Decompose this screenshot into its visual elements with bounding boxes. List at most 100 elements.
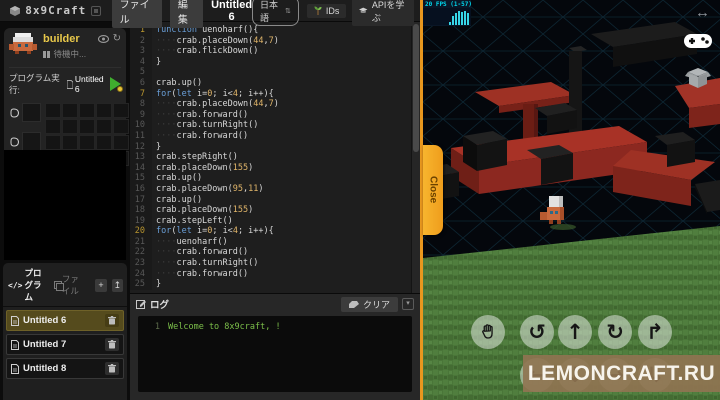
project-list: Untitled 6 Untitled 7 Untitled 8 [3, 307, 127, 382]
code-line[interactable]: 18 crab.placeDown(155) [130, 205, 411, 216]
code-text: crab.up() [156, 194, 203, 205]
code-line[interactable]: 2 ····crab.placeDown(44,7) [130, 35, 411, 47]
ids-button[interactable]: IDs [306, 3, 347, 18]
inventory-slot[interactable] [79, 119, 95, 134]
inventory-slot[interactable] [62, 103, 78, 118]
code-line[interactable]: 21 ····uenoharf() [130, 236, 411, 248]
control-rotate-cw-button[interactable]: ↻ [598, 315, 632, 349]
inventory-slot[interactable] [79, 103, 95, 118]
eye-icon[interactable] [97, 34, 109, 43]
line-number: 13 [130, 152, 152, 163]
code-line[interactable]: 22 ····crab.forward() [130, 247, 411, 259]
control-turn-up-button[interactable]: ↱ [638, 315, 672, 349]
inventory-slot[interactable] [96, 119, 112, 134]
hand-slot[interactable] [22, 103, 41, 122]
inventory-slot[interactable] [45, 119, 61, 134]
gamepad-icon[interactable] [684, 32, 712, 50]
code-line[interactable]: 7 for(let i=0; i<4; i++){ [130, 88, 411, 100]
line-number: 15 [130, 173, 152, 184]
tab-file[interactable]: ファイル [54, 273, 85, 297]
document-title: Untitled 6 [211, 0, 253, 23]
inventory-slot[interactable] [62, 135, 78, 150]
inventory-slot[interactable] [113, 135, 129, 150]
code-text: function uenoharf(){ [156, 25, 259, 35]
log-clear-button[interactable]: クリア [340, 296, 398, 312]
code-line[interactable]: 3 ····crab.flickDown() [130, 46, 411, 57]
log-collapse-icon[interactable]: ▾ [402, 298, 414, 310]
menu-file-button[interactable]: ファイル [111, 0, 162, 28]
code-text: crab.stepRight() [156, 152, 238, 163]
line-number: 14 [130, 162, 152, 174]
code-line[interactable]: 10 ····crab.turnRight() [130, 120, 411, 131]
delete-project-button[interactable] [105, 338, 119, 351]
learn-api-button[interactable]: APIを学ぶ [352, 0, 415, 26]
turn-up-icon: ↱ [646, 320, 664, 344]
code-line[interactable]: 25} [130, 279, 411, 290]
inventory-slot[interactable] [79, 135, 95, 150]
cube-logo-icon [10, 5, 21, 16]
inventory-box-icon[interactable] [685, 66, 711, 88]
game-viewport[interactable]: 20 FPS (1-57) ↔ Close ↺ ↑ ↻ ↱ LEMONCRAFT… [420, 0, 720, 400]
language-select-value: 日本語 [260, 0, 279, 23]
close-panel-tab[interactable]: Close [423, 145, 443, 235]
code-line[interactable]: 17 crab.up() [130, 194, 411, 206]
project-item[interactable]: Untitled 7 [6, 334, 124, 355]
log-clear-label: クリア [362, 299, 390, 310]
inventory-slot[interactable] [45, 135, 61, 150]
project-item[interactable]: Untitled 6 [6, 310, 124, 331]
delete-project-button[interactable] [105, 362, 119, 375]
menu-edit-button[interactable]: 編集 [169, 0, 204, 28]
resize-horizontal-icon[interactable]: ↔ [695, 4, 710, 21]
inventory-slot[interactable] [113, 119, 129, 134]
inventory-slot[interactable] [113, 103, 129, 118]
refresh-icon[interactable]: ↻ [113, 33, 121, 44]
code-editor[interactable]: 1 function uenoharf(){2 ····crab.placeDown… [130, 22, 420, 293]
delete-project-button[interactable] [105, 314, 119, 327]
language-select[interactable]: 日本語 ⇅ [252, 0, 299, 26]
code-line[interactable]: 20 for(let i=0; i<4; i++){ [130, 226, 411, 237]
code-line[interactable]: 14 crab.placeDown(155) [130, 162, 411, 174]
code-text: ····crab.flickDown() [156, 46, 259, 57]
code-line[interactable]: 5 [130, 67, 411, 78]
code-line[interactable]: 11 ····crab.forward() [130, 130, 411, 142]
code-line[interactable]: 23 ····crab.turnRight() [130, 258, 411, 269]
code-line[interactable]: 6 crab.up() [130, 77, 411, 89]
upload-program-button[interactable]: ↥ [111, 278, 123, 292]
inventory-slot[interactable] [96, 103, 112, 118]
inventory-slot[interactable] [45, 103, 61, 118]
inventory-slot[interactable] [62, 119, 78, 134]
file-icon [11, 315, 19, 326]
control-hand-button[interactable] [471, 315, 505, 349]
inventory-slot[interactable] [96, 135, 112, 150]
code-line[interactable]: 9 ····crab.forward() [130, 109, 411, 121]
hand-slot[interactable] [22, 132, 41, 151]
code-text: ····crab.placeDown(44,7) [156, 35, 279, 46]
code-line[interactable]: 4} [130, 56, 411, 68]
add-program-button[interactable]: + [95, 278, 107, 292]
code-line[interactable]: 16 crab.placeDown(95,11) [130, 183, 411, 195]
code-text: ····crab.turnRight() [156, 120, 259, 131]
run-label: プログラム実行: [9, 73, 60, 95]
tab-program[interactable]: </> プログラム [8, 267, 49, 303]
code-line[interactable]: 12} [130, 141, 411, 153]
watermark-text: LEMONCRAFT.RU [527, 361, 716, 385]
fps-meter[interactable]: 20 FPS (1-57) [423, 0, 472, 26]
crab-avatar [9, 33, 37, 54]
code-line[interactable]: 13 crab.stepRight() [130, 152, 411, 163]
line-number: 25 [130, 279, 152, 290]
editor-scrollbar[interactable] [411, 22, 420, 293]
control-forward-button[interactable]: ↑ [558, 315, 592, 349]
popout-icon[interactable] [91, 5, 102, 16]
control-rotate-ccw-button[interactable]: ↺ [520, 315, 554, 349]
run-settings-gear-icon[interactable] [117, 86, 123, 92]
code-line[interactable]: 8 ····crab.placeDown(44,7) [130, 99, 411, 110]
project-item[interactable]: Untitled 8 [6, 358, 124, 379]
app-logo-text: 8x9Craft [25, 4, 87, 17]
code-line[interactable]: 15 crab.up() [130, 173, 411, 184]
run-button[interactable] [110, 77, 123, 92]
line-number: 11 [130, 130, 152, 142]
copy-icon [54, 281, 64, 291]
editor-scrollbar-thumb[interactable] [413, 24, 419, 152]
code-line[interactable]: 19 crab.stepLeft() [130, 215, 411, 227]
code-line[interactable]: 24 ····crab.forward() [130, 268, 411, 280]
